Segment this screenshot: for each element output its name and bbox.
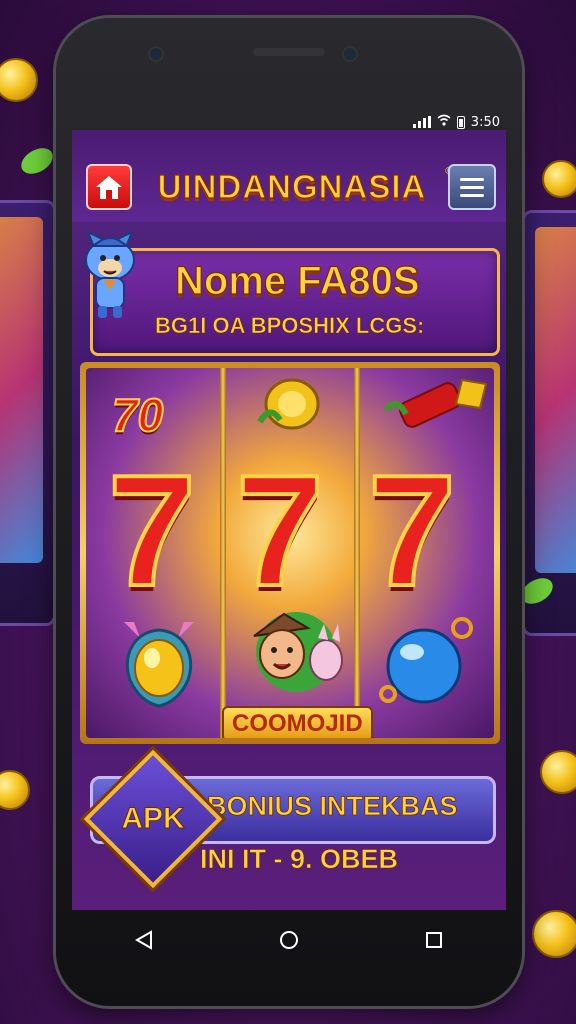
reel-divider bbox=[220, 368, 226, 738]
coin-icon bbox=[0, 770, 30, 810]
sensor-icon bbox=[342, 46, 358, 62]
app-screen: UINDANGNASIA ® Nome FA80S BG1I OA BPOSHI… bbox=[72, 130, 506, 910]
lemon-fruit-icon bbox=[257, 378, 320, 430]
slot-label: COOMOJID bbox=[222, 706, 373, 738]
seven-symbol: 7 bbox=[106, 443, 198, 619]
symbol-seventy: 70 bbox=[111, 388, 164, 442]
android-nav-bar bbox=[72, 910, 506, 970]
apk-label: APK bbox=[121, 802, 185, 836]
app-title: UINDANGNASIA bbox=[157, 167, 427, 205]
seven-symbol: 7 bbox=[234, 443, 326, 619]
wifi-icon bbox=[437, 114, 451, 130]
coin-icon bbox=[542, 160, 576, 198]
home-circle-icon bbox=[279, 931, 298, 949]
back-button[interactable] bbox=[119, 915, 169, 965]
blue-orb-icon bbox=[379, 617, 473, 704]
recents-square-icon bbox=[425, 932, 442, 948]
background-slot-machine-left bbox=[0, 200, 56, 626]
bonus-button-label: BONIUS INTEKBAS bbox=[207, 791, 458, 822]
slot-machine[interactable]: 70 7 7 7 COOMOJID bbox=[80, 362, 500, 744]
seven-symbol: 7 bbox=[366, 443, 458, 619]
coin-icon bbox=[540, 750, 576, 794]
home-icon bbox=[96, 176, 122, 199]
earpiece-speaker bbox=[253, 48, 325, 56]
bonus-subtext: INI IT - 9. OBEB bbox=[200, 844, 399, 875]
promo-banner[interactable]: Nome FA80S BG1I OA BPOSHIX LCGS: bbox=[90, 248, 500, 356]
gold-gem-shield-icon bbox=[124, 622, 194, 708]
promo-subtitle: BG1I OA BPOSHIX LCGS: bbox=[155, 313, 425, 339]
mascot-character-icon bbox=[85, 229, 135, 318]
leaf-icon bbox=[16, 142, 58, 180]
coin-icon bbox=[532, 910, 576, 958]
recents-button[interactable] bbox=[409, 915, 459, 965]
promo-title: Nome FA80S bbox=[174, 258, 420, 303]
phone-frame: 3:50 UINDANGNASIA ® Nome FA80S BG1I OA B… bbox=[56, 18, 522, 1006]
status-time: 3:50 bbox=[470, 114, 500, 130]
home-nav-button[interactable] bbox=[264, 915, 314, 965]
status-bar: 3:50 bbox=[72, 114, 506, 130]
firecracker-icon bbox=[383, 378, 488, 428]
back-triangle-icon bbox=[135, 930, 153, 950]
slot-reels: 70 7 7 7 COOMOJID bbox=[86, 368, 494, 738]
background-slot-machine-right bbox=[522, 210, 576, 636]
coin-icon bbox=[0, 58, 38, 102]
signal-icon bbox=[412, 116, 431, 128]
front-camera-icon bbox=[148, 46, 164, 62]
home-button[interactable] bbox=[86, 164, 132, 210]
character-portrait-icon bbox=[253, 612, 343, 692]
battery-icon bbox=[456, 115, 465, 129]
menu-button[interactable] bbox=[448, 164, 496, 210]
hamburger-menu-icon bbox=[460, 177, 484, 181]
app-header: UINDANGNASIA ® bbox=[72, 130, 506, 222]
